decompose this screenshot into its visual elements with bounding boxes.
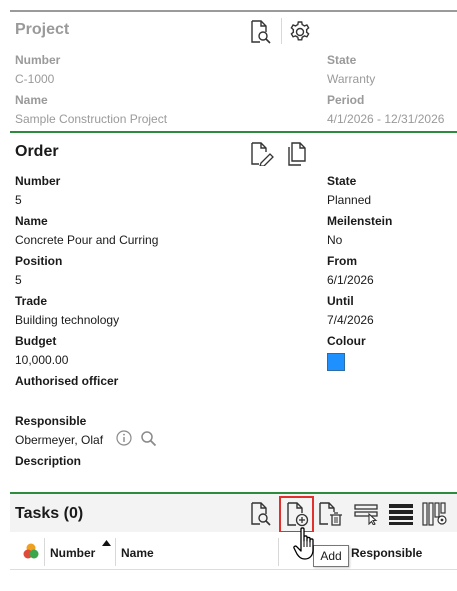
order-trade-value: Building technology: [15, 313, 120, 327]
order-colour-label: Colour: [327, 334, 366, 348]
add-document-icon: [286, 502, 310, 527]
column-header-number[interactable]: Number: [50, 546, 95, 560]
order-responsible-label: Responsible: [15, 414, 87, 428]
order-name-value: Concrete Pour and Curring: [15, 233, 159, 247]
column-header-responsible[interactable]: Responsible: [351, 546, 422, 560]
order-state-value: Planned: [327, 193, 372, 207]
column-divider: [278, 538, 279, 566]
project-name-label: Name: [15, 93, 48, 107]
project-title: Project: [15, 21, 70, 38]
order-authorised-label: Authorised officer: [15, 374, 119, 388]
project-top-rule: [10, 10, 457, 12]
order-until-value: 7/4/2026: [327, 313, 374, 327]
order-title: Order: [15, 143, 59, 160]
project-state-label: State: [327, 53, 357, 67]
project-view-icon[interactable]: [250, 20, 272, 44]
order-until-label: Until: [327, 294, 354, 308]
order-description-label: Description: [15, 454, 82, 468]
edit-document-icon[interactable]: [250, 142, 274, 166]
order-from-label: From: [327, 254, 357, 268]
column-divider: [44, 538, 45, 566]
order-trade-label: Trade: [15, 294, 48, 308]
select-rows-icon[interactable]: [354, 503, 380, 525]
order-budget-label: Budget: [15, 334, 57, 348]
delete-document-icon[interactable]: [318, 502, 344, 526]
project-state-value: Warranty: [327, 72, 376, 86]
order-number-label: Number: [15, 174, 61, 188]
order-position-value: 5: [15, 273, 22, 287]
hand-cursor-icon: [293, 527, 319, 561]
tasks-title: Tasks (0): [15, 505, 84, 522]
order-top-rule: [10, 131, 457, 133]
order-milestone-value: No: [327, 233, 343, 247]
project-number-label: Number: [15, 53, 61, 67]
order-from-value: 6/1/2026: [327, 273, 374, 287]
gear-icon[interactable]: [288, 20, 312, 44]
order-responsible-value: Obermeyer, Olaf: [15, 433, 104, 447]
project-icon-divider: [281, 18, 282, 44]
status-color-icon: [22, 542, 40, 560]
info-icon[interactable]: [116, 430, 132, 446]
order-number-value: 5: [15, 193, 22, 207]
project-number-value: C-1000: [15, 72, 55, 86]
project-period-label: Period: [327, 93, 365, 107]
search-icon[interactable]: [140, 430, 157, 447]
column-settings-icon[interactable]: [422, 502, 448, 526]
colour-swatch: [327, 353, 345, 371]
column-header-name[interactable]: Name: [121, 546, 154, 560]
sort-ascending-icon[interactable]: [102, 540, 111, 546]
tasks-view-icon[interactable]: [250, 502, 272, 526]
order-position-label: Position: [15, 254, 63, 268]
copy-document-icon[interactable]: [286, 142, 308, 166]
order-name-label: Name: [15, 214, 48, 228]
order-budget-value: 10,000.00: [15, 353, 69, 367]
project-period-value: 4/1/2026 - 12/31/2026: [327, 112, 445, 126]
list-view-icon[interactable]: [389, 503, 413, 525]
order-milestone-label: Meilenstein: [327, 214, 393, 228]
project-name-value: Sample Construction Project: [15, 112, 168, 126]
column-divider: [115, 538, 116, 566]
order-state-label: State: [327, 174, 357, 188]
